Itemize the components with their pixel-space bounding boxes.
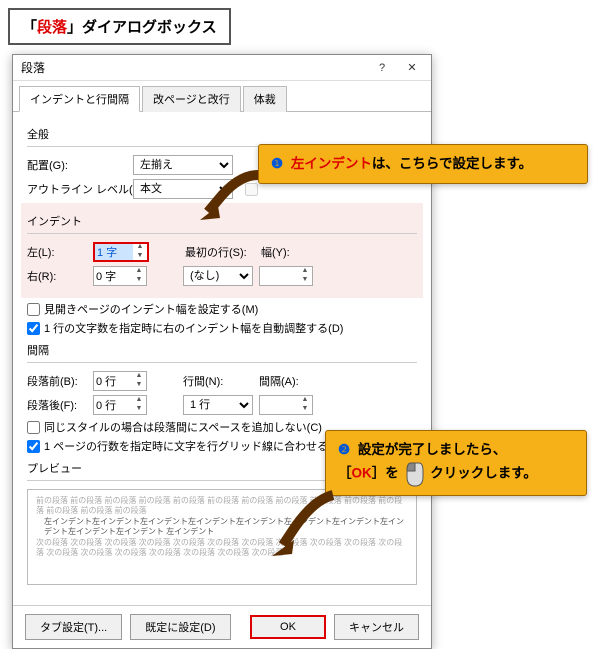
spin-up[interactable]: ▲	[132, 396, 146, 405]
first-line-select[interactable]: (なし)	[183, 266, 253, 286]
callout-1: ❶ 左インデントは、こちらで設定します。	[258, 144, 588, 184]
mouse-icon	[405, 461, 425, 487]
ok-button[interactable]: OK	[250, 615, 326, 639]
callout-2-rest1: を	[385, 465, 399, 480]
spacing-gap-value[interactable]	[260, 397, 298, 413]
space-after-label: 段落後(F):	[27, 397, 87, 413]
line-spacing-label: 行間(N):	[183, 373, 253, 389]
tab-page-break[interactable]: 改ページと改行	[142, 86, 241, 112]
line-spacing-select[interactable]: 1 行	[183, 395, 253, 415]
indent-left-spinner[interactable]: ▲▼	[93, 242, 149, 262]
callout-2-line1: 設定が完了しましたら、	[358, 442, 507, 457]
spin-down[interactable]: ▼	[132, 276, 146, 285]
indent-left-label: 左(L):	[27, 244, 87, 260]
callout-2-rest2: クリックします。	[430, 465, 537, 480]
alignment-label: 配置(G):	[27, 157, 127, 173]
caption-highlight: 段落	[37, 19, 67, 36]
no-space-same-style-checkbox[interactable]	[27, 421, 40, 434]
spacing-gap-label: 間隔(A):	[259, 373, 303, 389]
dialog-body: 全般 配置(G): 左揃え アウトライン レベル(O): 本文 インデント 左(…	[13, 112, 431, 605]
indent-left-value[interactable]	[95, 244, 133, 260]
spin-down[interactable]: ▼	[133, 252, 147, 261]
no-space-same-style-label: 同じスタイルの場合は段落間にスペースを追加しない(C)	[44, 419, 322, 435]
space-after-value[interactable]	[94, 397, 132, 413]
indent-right-label: 右(R):	[27, 268, 87, 284]
indent-right-value[interactable]	[94, 268, 132, 284]
snap-to-grid-checkbox[interactable]	[27, 440, 40, 453]
alignment-select[interactable]: 左揃え	[133, 155, 233, 175]
space-before-spinner[interactable]: ▲▼	[93, 371, 147, 391]
indent-width-value[interactable]	[260, 268, 298, 284]
space-after-spinner[interactable]: ▲▼	[93, 395, 147, 415]
collapse-checkbox	[245, 183, 258, 196]
auto-adjust-indent-checkbox[interactable]	[27, 322, 40, 335]
spin-down[interactable]: ▼	[132, 381, 146, 390]
auto-adjust-indent-label: 1 行の文字数を指定時に右のインデント幅を自動調整する(D)	[44, 320, 343, 336]
cancel-button[interactable]: キャンセル	[334, 614, 419, 640]
tab-indent-spacing[interactable]: インデントと行間隔	[19, 86, 140, 112]
callout-2-num: ❷	[338, 439, 350, 461]
spin-up[interactable]: ▲	[132, 267, 146, 276]
spin-up[interactable]: ▲	[298, 267, 312, 276]
set-default-button[interactable]: 既定に設定(D)	[130, 614, 230, 640]
preview-box: 前の段落 前の段落 前の段落 前の段落 前の段落 前の段落 前の段落 前の段落 …	[27, 489, 417, 585]
indent-right-spinner[interactable]: ▲▼	[93, 266, 147, 286]
space-before-value[interactable]	[94, 373, 132, 389]
first-line-label: 最初の行(S):	[185, 244, 255, 260]
outline-select[interactable]: 本文	[133, 179, 233, 199]
help-button[interactable]: ?	[367, 57, 397, 79]
caption-prefix: 「	[22, 19, 37, 36]
callout-2-bracket-open: ［	[338, 465, 352, 480]
general-section-label: 全般	[27, 126, 417, 142]
spin-down[interactable]: ▼	[298, 405, 312, 414]
outline-label: アウトライン レベル(O):	[27, 181, 127, 197]
spin-up[interactable]: ▲	[133, 243, 147, 252]
preview-sample: 左インデント左インデント左インデント左インデント左インデント左インデント左インデ…	[36, 517, 408, 536]
callout-2: ❷ 設定が完了しましたら、 ［OK］を クリックします。	[325, 430, 587, 496]
caption-box: 「段落」ダイアログボックス	[8, 8, 231, 45]
indent-width-spinner[interactable]: ▲▼	[259, 266, 313, 286]
tab-typography[interactable]: 体裁	[243, 86, 287, 112]
snap-to-grid-label: 1 ページの行数を指定時に文字を行グリッド線に合わせる(W)	[44, 438, 346, 454]
indent-section-label: インデント	[27, 213, 417, 229]
spin-down[interactable]: ▼	[132, 405, 146, 414]
callout-2-ok: OK	[352, 465, 372, 480]
mirror-indent-label: 見開きページのインデント幅を設定する(M)	[44, 301, 258, 317]
callout-1-rest: は、こちらで設定します。	[372, 156, 532, 171]
callout-1-highlight: 左インデント	[291, 156, 372, 171]
spin-up[interactable]: ▲	[132, 372, 146, 381]
spacing-gap-spinner[interactable]: ▲▼	[259, 395, 313, 415]
preview-next: 次の段落 次の段落 次の段落 次の段落 次の段落 次の段落 次の段落 次の段落 …	[36, 538, 408, 557]
tab-settings-button[interactable]: タブ設定(T)...	[25, 614, 122, 640]
titlebar: 段落 ? ✕	[13, 55, 431, 81]
dialog-title: 段落	[21, 59, 367, 76]
caption-suffix: 」ダイアログボックス	[67, 19, 217, 36]
close-button[interactable]: ✕	[397, 57, 427, 79]
callout-1-num: ❶	[271, 153, 283, 175]
preview-prev: 前の段落 前の段落 前の段落 前の段落 前の段落 前の段落 前の段落 前の段落 …	[36, 496, 408, 515]
callout-2-bracket-close: ］	[372, 465, 386, 480]
space-before-label: 段落前(B):	[27, 373, 87, 389]
indent-width-label: 幅(Y):	[261, 244, 305, 260]
spin-up[interactable]: ▲	[298, 396, 312, 405]
spacing-section-label: 間隔	[27, 342, 417, 358]
tabs: インデントと行間隔 改ページと改行 体裁	[13, 81, 431, 112]
dialog-footer: タブ設定(T)... 既定に設定(D) OK キャンセル	[13, 605, 431, 648]
mirror-indent-checkbox[interactable]	[27, 303, 40, 316]
spin-down[interactable]: ▼	[298, 276, 312, 285]
